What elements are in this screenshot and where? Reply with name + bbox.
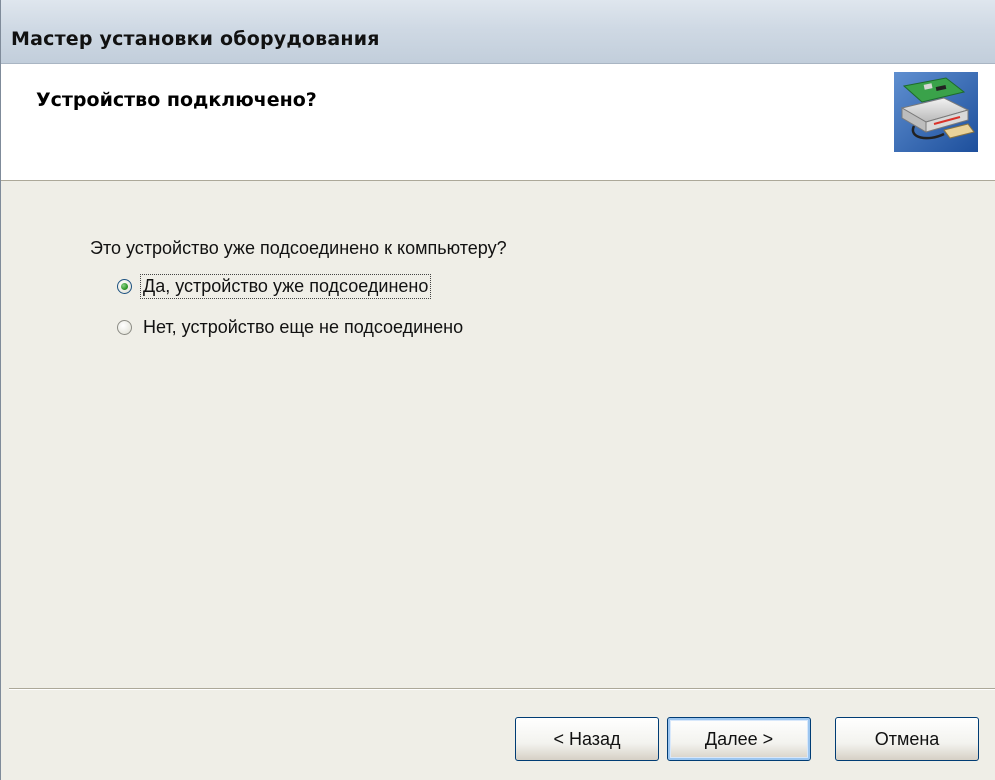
radio-yes[interactable] xyxy=(117,278,132,294)
footer-separator xyxy=(9,688,995,690)
option-no-not-connected[interactable]: Нет, устройство еще не подсоединено xyxy=(117,314,465,340)
title-bar[interactable]: Мастер установки оборудования xyxy=(1,0,995,64)
wizard-body: Это устройство уже подсоединено к компью… xyxy=(1,181,995,689)
window-title: Мастер установки оборудования xyxy=(11,28,380,50)
page-heading: Устройство подключено? xyxy=(36,89,317,111)
wizard-window: Мастер установки оборудования Устройство… xyxy=(0,0,995,780)
radio-yes-label[interactable]: Да, устройство уже подсоединено xyxy=(139,273,432,299)
wizard-header: Устройство подключено? xyxy=(1,64,995,181)
radio-no-label[interactable]: Нет, устройство еще не подсоединено xyxy=(141,316,465,339)
next-button[interactable]: Далее > xyxy=(667,717,811,761)
radio-no[interactable] xyxy=(117,319,132,335)
option-yes-connected[interactable]: Да, устройство уже подсоединено xyxy=(117,273,432,299)
cancel-button[interactable]: Отмена xyxy=(835,717,979,761)
back-button[interactable]: < Назад xyxy=(515,717,659,761)
hardware-wizard-icon xyxy=(894,72,978,152)
connection-question: Это устройство уже подсоединено к компью… xyxy=(90,238,507,258)
